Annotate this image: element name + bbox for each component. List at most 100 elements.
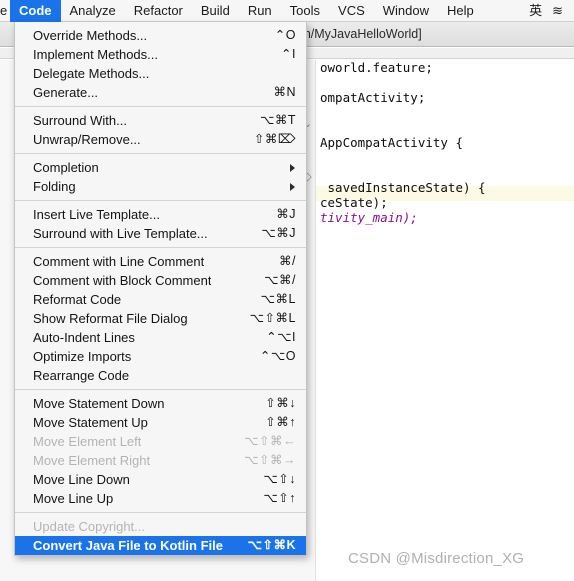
- menu-item-implement-methods[interactable]: Implement Methods... ⌃I: [15, 45, 306, 64]
- menu-item-surround-with[interactable]: Surround With... ⌥⌘T: [15, 111, 306, 130]
- macos-menu-bar: e Code Analyze Refactor Build Run Tools VCS Win…: [0, 0, 574, 22]
- chevron-right-icon: [290, 182, 295, 191]
- menu-item-shortcut: ⇧⌘↑: [265, 415, 296, 429]
- menu-item-shortcut: ⌥⌘L: [260, 292, 296, 306]
- menu-item-surround-with-live-template[interactable]: Surround with Live Template... ⌥⌘J: [15, 224, 306, 243]
- menu-item-shortcut: ⌥⌘/: [264, 273, 296, 287]
- menu-item-label: Comment with Line Comment: [33, 254, 205, 269]
- menu-bar-item-window[interactable]: Window: [374, 0, 438, 22]
- menu-item-shortcut: ⌥⇧↑: [263, 491, 296, 505]
- menu-bar-item-vcs[interactable]: VCS: [329, 0, 374, 22]
- menu-separator: [15, 389, 306, 390]
- menu-item-override-methods[interactable]: Override Methods... ⌃O: [15, 26, 306, 45]
- menu-item-label: Show Reformat File Dialog: [33, 311, 188, 326]
- menu-item-unwrap-remove[interactable]: Unwrap/Remove... ⇧⌘⌦: [15, 130, 306, 149]
- menu-separator: [15, 200, 306, 201]
- menu-item-label: Completion: [33, 160, 99, 175]
- menu-item-label: Delegate Methods...: [33, 66, 150, 81]
- menu-separator: [15, 153, 306, 154]
- menu-item-folding[interactable]: Folding: [15, 177, 306, 196]
- menu-item-label: Folding: [33, 179, 76, 194]
- menu-bar-item-run[interactable]: Run: [239, 0, 281, 22]
- menu-item-label: Unwrap/Remove...: [33, 132, 141, 147]
- menu-item-move-statement-up[interactable]: Move Statement Up ⇧⌘↑: [15, 413, 306, 432]
- code-line: tivity_main);: [318, 210, 574, 225]
- menu-item-label: Rearrange Code: [33, 368, 130, 383]
- menu-item-convert-java-file-to-kotlin-file[interactable]: Convert Java File to Kotlin File ⌥⇧⌘K: [15, 536, 306, 555]
- menu-bar-item-help[interactable]: Help: [438, 0, 483, 22]
- menu-item-label: Move Element Left: [33, 434, 142, 449]
- menu-item-shortcut: ⌥⇧⌘→: [244, 453, 296, 467]
- menu-item-shortcut: ⌥⇧⌘K: [247, 538, 296, 552]
- editor-code-text[interactable]: oworld.feature; ompatActivity; AppCompatAc…: [318, 60, 574, 581]
- menu-item-label: Implement Methods...: [33, 47, 158, 62]
- menu-item-shortcut: ⌥⌘J: [261, 226, 296, 240]
- menu-bar-item-refactor[interactable]: Refactor: [125, 0, 192, 22]
- code-line: oworld.feature;: [320, 60, 433, 75]
- menu-item-shortcut: ⌥⇧↓: [263, 472, 296, 486]
- code-line: ompatActivity;: [320, 90, 426, 105]
- menu-item-comment-with-block-comment[interactable]: Comment with Block Comment ⌥⌘/: [15, 271, 306, 290]
- menu-bar-item-analyze[interactable]: Analyze: [61, 0, 125, 22]
- menu-item-shortcut: ⌃O: [274, 28, 296, 42]
- menu-separator: [15, 512, 306, 513]
- menu-item-shortcut: ⌃⌥O: [259, 349, 296, 363]
- chevron-right-icon: [290, 163, 295, 172]
- menu-item-label: Comment with Block Comment: [33, 273, 212, 288]
- input-source-icon[interactable]: 英: [524, 0, 547, 22]
- menu-item-shortcut: ⌘J: [276, 207, 296, 221]
- menu-item-comment-with-line-comment[interactable]: Comment with Line Comment ⌘/: [15, 252, 306, 271]
- menu-bar-partial-item[interactable]: e: [0, 0, 10, 22]
- menu-item-shortcut: ⌘/: [279, 254, 296, 268]
- code-dropdown-menu[interactable]: Override Methods... ⌃O Implement Methods..…: [14, 22, 307, 556]
- menu-item-label: Surround with Live Template...: [33, 226, 208, 241]
- menu-item-shortcut: ⌥⇧⌘←: [244, 434, 296, 448]
- menu-bar-item-code[interactable]: Code: [10, 0, 61, 22]
- menu-separator: [15, 106, 306, 107]
- menu-item-shortcut: ⌃⌥I: [266, 330, 296, 344]
- menu-item-reformat-code[interactable]: Reformat Code ⌥⌘L: [15, 290, 306, 309]
- menu-item-label: Move Statement Down: [33, 396, 165, 411]
- menu-item-label: Generate...: [33, 85, 99, 100]
- menu-separator: [15, 247, 306, 248]
- code-token-field: tivity_main);: [320, 210, 418, 225]
- menu-item-move-line-up[interactable]: Move Line Up ⌥⇧↑: [15, 489, 306, 508]
- code-line: AppCompatActivity {: [320, 135, 463, 150]
- menu-item-insert-live-template[interactable]: Insert Live Template... ⌘J: [15, 205, 306, 224]
- menu-item-shortcut: ⌃I: [281, 47, 296, 61]
- menu-item-label: Optimize Imports: [33, 349, 132, 364]
- code-line: ceState);: [320, 195, 388, 210]
- watermark-text: CSDN @Misdirection_XG: [348, 550, 525, 567]
- menu-item-delegate-methods[interactable]: Delegate Methods...: [15, 64, 306, 83]
- menu-item-shortcut: ⌥⇧⌘L: [249, 311, 296, 325]
- screen: e Code Analyze Refactor Build Run Tools VCS Win…: [0, 0, 574, 581]
- menu-item-label: Surround With...: [33, 113, 127, 128]
- menu-item-shortcut: ⌘N: [273, 85, 296, 99]
- menu-item-move-statement-down[interactable]: Move Statement Down ⇧⌘↓: [15, 394, 306, 413]
- menu-item-shortcut: ⇧⌘⌦: [253, 132, 296, 146]
- menu-item-auto-indent-lines[interactable]: Auto-Indent Lines ⌃⌥I: [15, 328, 306, 347]
- menu-item-move-line-down[interactable]: Move Line Down ⌥⇧↓: [15, 470, 306, 489]
- menu-item-label: Move Statement Up: [33, 415, 148, 430]
- menu-item-shortcut: ⌥⌘T: [259, 113, 296, 127]
- menu-item-label: Convert Java File to Kotlin File: [33, 538, 223, 553]
- menu-item-label: Move Line Down: [33, 472, 130, 487]
- menu-item-completion[interactable]: Completion: [15, 158, 306, 177]
- wifi-icon[interactable]: ≋: [547, 0, 568, 22]
- menu-item-move-element-right: Move Element Right ⌥⇧⌘→: [15, 451, 306, 470]
- code-line: savedInstanceState) {: [320, 180, 486, 195]
- menu-item-shortcut: ⇧⌘↓: [265, 396, 296, 410]
- menu-item-optimize-imports[interactable]: Optimize Imports ⌃⌥O: [15, 347, 306, 366]
- menu-item-label: Update Copyright...: [33, 519, 146, 534]
- menu-item-label: Auto-Indent Lines: [33, 330, 135, 345]
- menu-item-generate[interactable]: Generate... ⌘N: [15, 83, 306, 102]
- menu-item-show-reformat-file-dialog[interactable]: Show Reformat File Dialog ⌥⇧⌘L: [15, 309, 306, 328]
- menu-bar-item-tools[interactable]: Tools: [281, 0, 329, 22]
- menu-item-label: Reformat Code: [33, 292, 122, 307]
- menu-item-label: Move Line Up: [33, 491, 114, 506]
- menu-item-rearrange-code[interactable]: Rearrange Code: [15, 366, 306, 385]
- menu-bar-item-build[interactable]: Build: [192, 0, 239, 22]
